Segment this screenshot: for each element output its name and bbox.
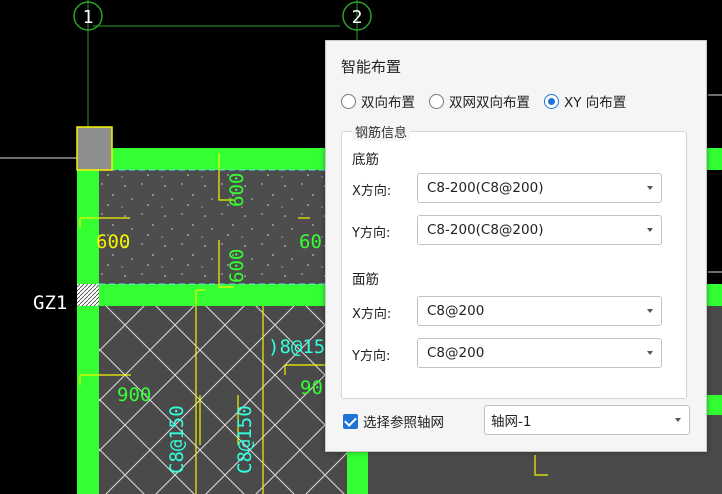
select-value: C8@200 <box>427 345 485 361</box>
smart-layout-dialog: 智能布置 双向布置 双网双向布置 XY 向布置 钢筋信息 底筋 X方向: C8-… <box>325 40 707 452</box>
dim-600-vertical-top: 600 <box>226 173 248 207</box>
axis-bubble-2: 2 <box>342 1 372 31</box>
rebar-info-group: 钢筋信息 底筋 X方向: C8-200(C8@200) Y方向: C8-200(… <box>341 122 687 399</box>
radio-icon <box>429 93 444 109</box>
column-gz1[interactable] <box>77 284 99 306</box>
chevron-down-icon <box>647 351 653 355</box>
radio-two-way[interactable]: 双向布置 <box>341 91 415 111</box>
radio-label: 双网双向布置 <box>449 95 530 111</box>
select-value: 轴网-1 <box>491 414 532 430</box>
radio-double-mesh[interactable]: 双网双向布置 <box>429 91 530 111</box>
layout-mode-radio-group: 双向布置 双网双向布置 XY 向布置 <box>341 91 640 111</box>
dim-900-left: 900 <box>117 384 151 406</box>
grid-select[interactable]: 轴网-1 <box>484 405 690 435</box>
select-value: C8-200(C8@200) <box>427 180 544 196</box>
column-label: GZ1 <box>33 292 67 314</box>
top-y-select[interactable]: C8@200 <box>417 338 662 368</box>
bottom-y-select[interactable]: C8-200(C8@200) <box>417 215 662 245</box>
axis-label-2: 2 <box>352 7 363 28</box>
rebar-label-a: C8@150 <box>166 405 188 474</box>
chevron-down-icon <box>675 418 681 422</box>
column-box[interactable] <box>76 126 113 171</box>
top-x-label: X方向: <box>352 307 392 322</box>
chevron-down-icon <box>647 309 653 313</box>
grid-reference-checkbox[interactable]: 选择参照轴网 <box>343 411 444 431</box>
dim-600-left: 600 <box>96 231 130 253</box>
top-x-select[interactable]: C8@200 <box>417 296 662 326</box>
bottom-x-label: X方向: <box>352 184 392 199</box>
rebar-label-b: C8@150 <box>234 405 256 474</box>
axis-label-1: 1 <box>83 7 94 28</box>
top-y-label: Y方向: <box>352 349 391 364</box>
dim-600-vertical-bottom: 600 <box>226 249 248 283</box>
radio-checked-icon <box>544 93 559 109</box>
chevron-down-icon <box>647 228 653 232</box>
select-value: C8-200(C8@200) <box>427 222 544 238</box>
bottom-x-select[interactable]: C8-200(C8@200) <box>417 173 662 203</box>
bottom-y-label: Y方向: <box>352 226 391 241</box>
radio-xy-direction[interactable]: XY 向布置 <box>544 91 626 111</box>
checkbox-checked-icon <box>343 413 358 429</box>
checkbox-label: 选择参照轴网 <box>363 415 444 431</box>
dim-900-right: 90 <box>300 377 323 399</box>
radio-icon <box>341 93 356 109</box>
radio-label: XY 向布置 <box>564 95 627 111</box>
top-rebar-title: 面筋 <box>352 272 379 288</box>
group-legend: 钢筋信息 <box>352 122 411 141</box>
bottom-rebar-title: 底筋 <box>352 152 379 168</box>
chevron-down-icon <box>647 186 653 190</box>
radio-label: 双向布置 <box>361 95 415 111</box>
dialog-title: 智能布置 <box>341 58 402 76</box>
axis-bubble-1: 1 <box>73 1 103 31</box>
select-value: C8@200 <box>427 303 485 319</box>
dim-600-right: 60 <box>299 231 322 253</box>
